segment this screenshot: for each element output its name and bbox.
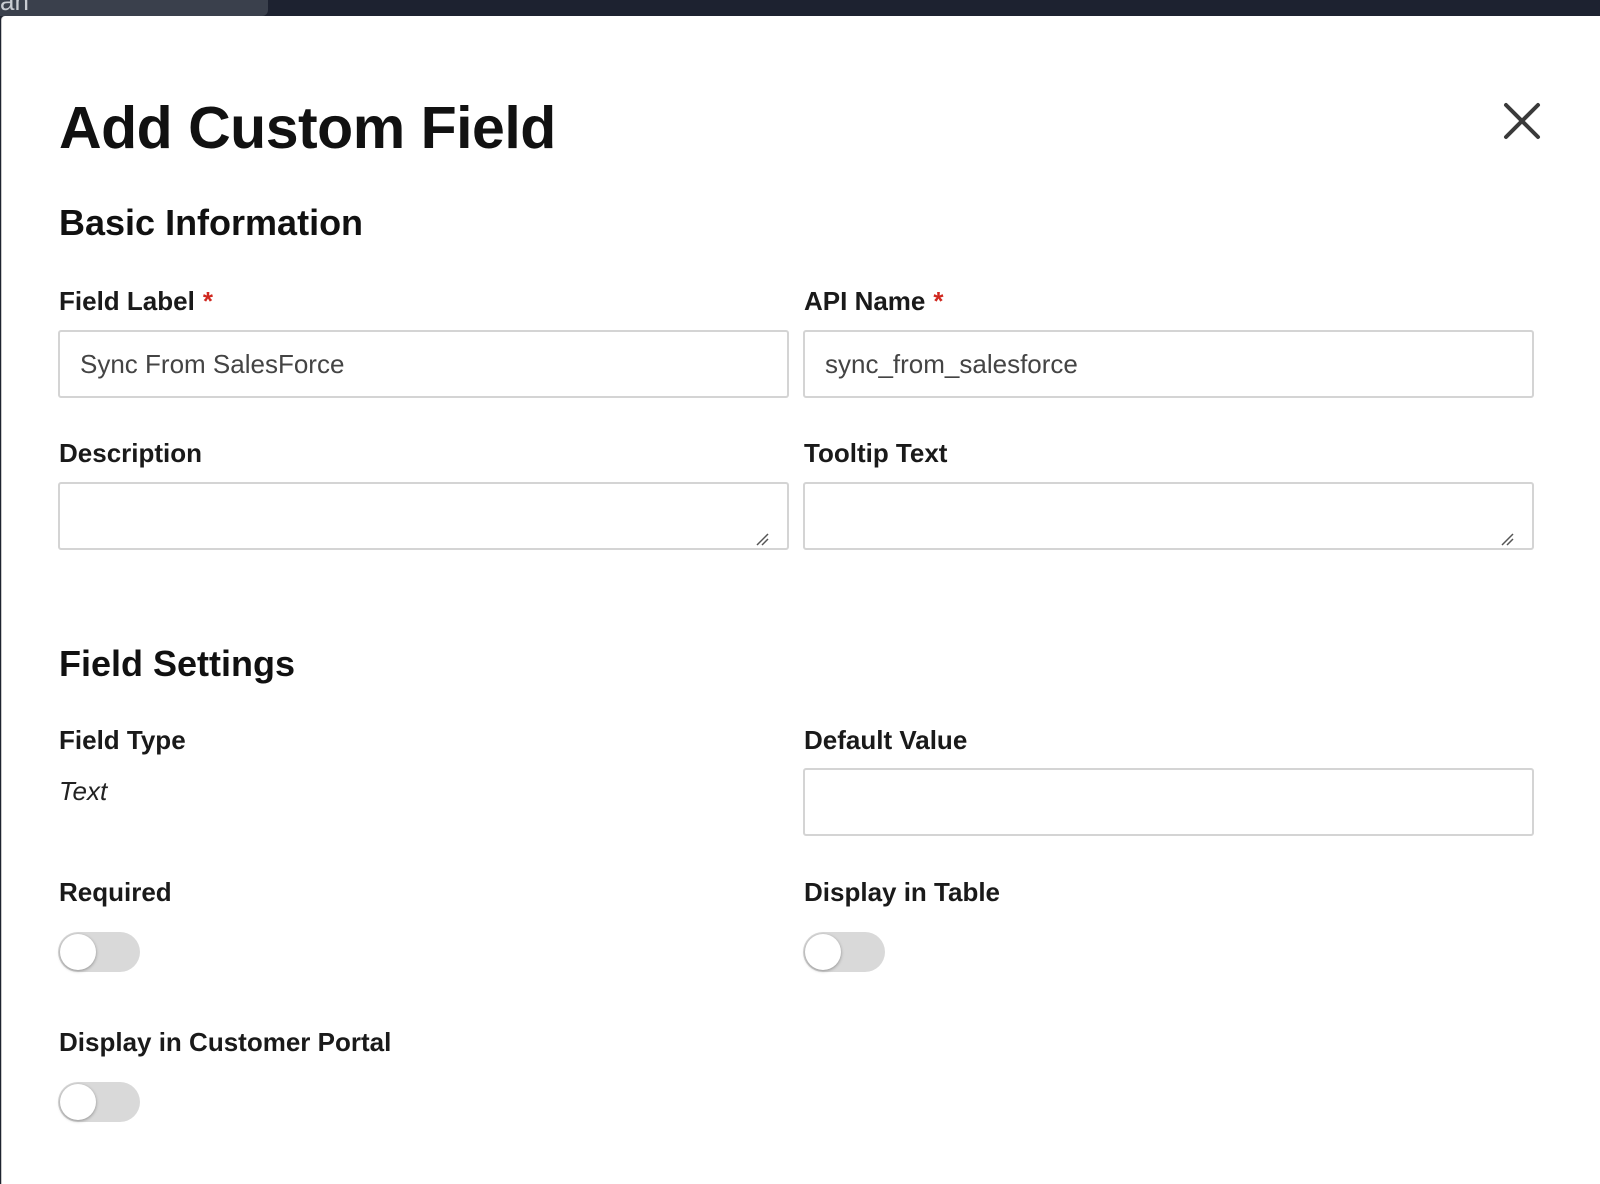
modal-title: Add Custom Field [59, 95, 556, 161]
tooltip-text-label: Tooltip Text [804, 438, 948, 468]
required-marker: * [933, 286, 944, 316]
display-in-customer-portal-toggle[interactable] [58, 1082, 140, 1122]
basic-information-heading: Basic Information [59, 202, 364, 243]
toggle-knob [60, 934, 96, 970]
description-label: Description [59, 438, 203, 468]
api-name-input[interactable] [803, 330, 1534, 398]
api-name-label-text: API Name [804, 286, 926, 316]
close-button[interactable] [1497, 96, 1547, 146]
resize-grip-icon[interactable] [1500, 532, 1514, 546]
default-value-input[interactable] [803, 768, 1534, 836]
toggle-knob [805, 934, 841, 970]
background-tab[interactable]: an [0, 0, 268, 16]
field-settings-heading: Field Settings [59, 643, 296, 684]
close-icon [1504, 103, 1540, 139]
required-toggle[interactable] [58, 932, 140, 972]
display-in-table-label: Display in Table [804, 877, 1001, 907]
add-custom-field-modal: Add Custom Field Basic Information Field… [1, 16, 1600, 1184]
background-tab-label: an [0, 0, 29, 16]
toggle-knob [60, 1084, 96, 1120]
field-label-input[interactable] [58, 330, 789, 398]
default-value-label: Default Value [804, 725, 968, 755]
display-in-table-toggle[interactable] [803, 932, 885, 972]
field-type-value: Text [59, 776, 108, 806]
field-label-label-text: Field Label [59, 286, 195, 316]
required-label: Required [59, 877, 172, 907]
field-type-label: Field Type [59, 725, 186, 755]
field-label-label: Field Label * [59, 286, 213, 317]
display-in-customer-portal-label: Display in Customer Portal [59, 1027, 392, 1057]
api-name-label: API Name * [804, 286, 944, 317]
required-marker: * [202, 286, 213, 316]
tooltip-text-textarea[interactable] [803, 482, 1534, 550]
background-app-bar: an [0, 0, 1600, 16]
resize-grip-icon[interactable] [755, 532, 769, 546]
description-textarea[interactable] [58, 482, 789, 550]
